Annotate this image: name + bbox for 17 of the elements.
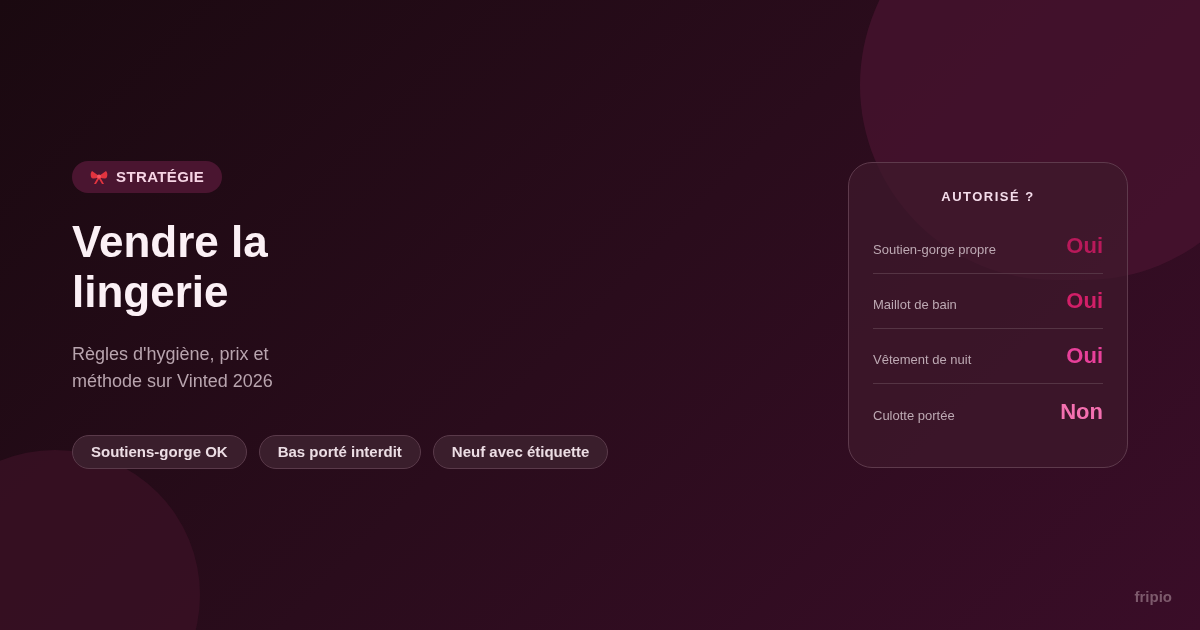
brand-logo: fripio bbox=[1134, 586, 1172, 607]
row-label: Soutien-gorge propre bbox=[873, 241, 996, 259]
page-title: Vendre la lingerie bbox=[72, 217, 269, 317]
tag-chip: Soutiens-gorge OK bbox=[72, 435, 247, 469]
tag-chip: Bas porté interdit bbox=[258, 435, 421, 469]
tag-chip: Neuf avec étiquette bbox=[432, 435, 609, 469]
answer-text: Non bbox=[1060, 397, 1103, 426]
row-label: Vêtement de nuit bbox=[873, 351, 972, 369]
row-label: Maillot de bain bbox=[873, 296, 957, 314]
answer-text: Oui bbox=[1066, 287, 1103, 316]
badge-label: STRATÉGIE bbox=[116, 166, 205, 187]
card-title: AUTORISÉ ? bbox=[940, 188, 1036, 207]
answer-text: Oui bbox=[1066, 342, 1103, 371]
bow-icon bbox=[90, 169, 108, 185]
row-label: Culotte portée bbox=[873, 406, 955, 425]
subtitle: Règles d'hygiène, prix et méthode sur Vinted 2026 bbox=[72, 343, 274, 393]
answer-text: Oui bbox=[1066, 232, 1103, 261]
